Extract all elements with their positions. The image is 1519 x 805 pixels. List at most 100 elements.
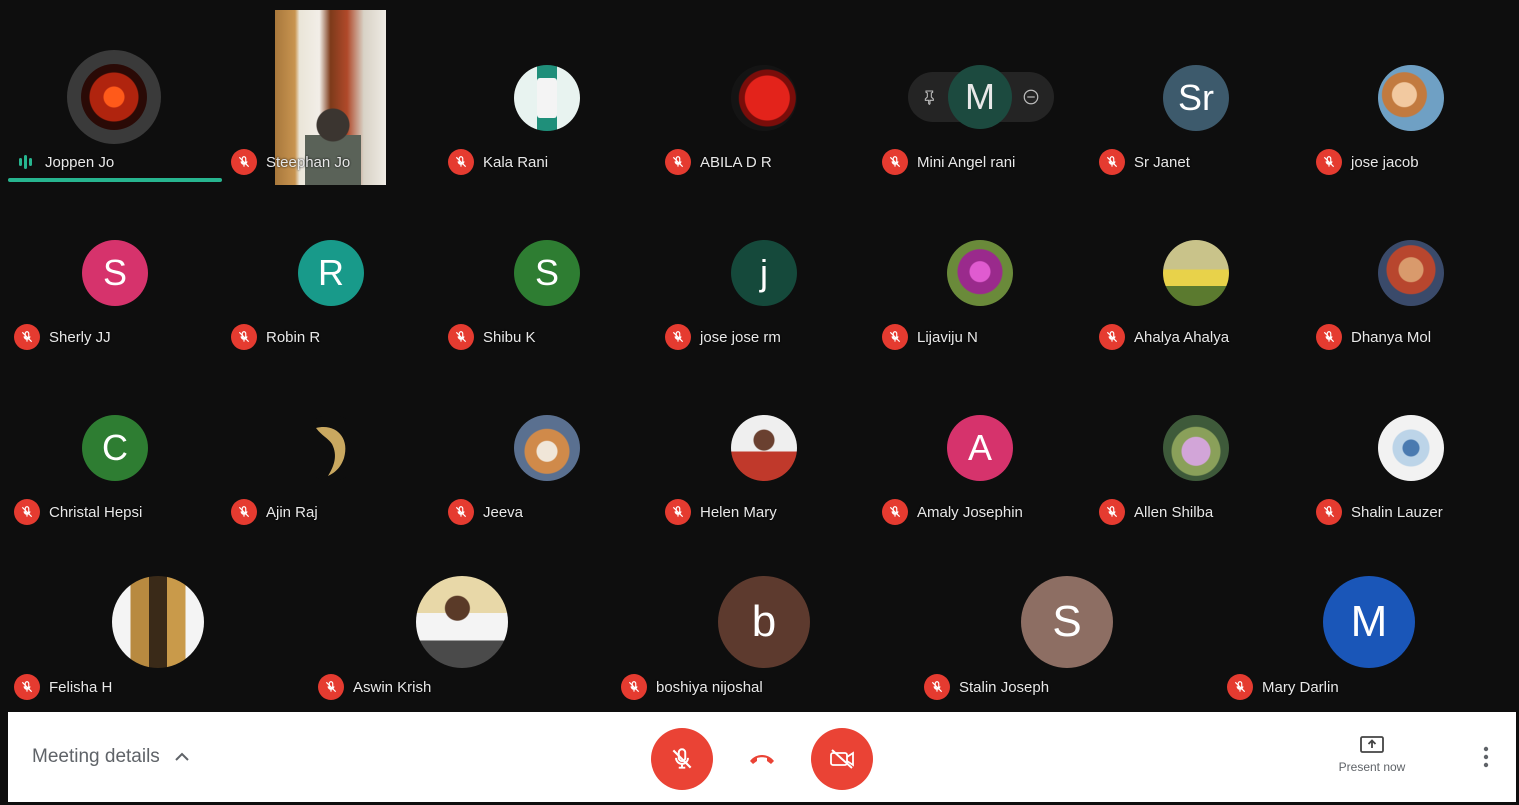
- participant-tile-joppen-jo[interactable]: Joppen Jo: [0, 0, 222, 190]
- participant-name: jose jose rm: [700, 328, 781, 346]
- participant-tile-felisha-h[interactable]: Felisha H: [0, 540, 302, 712]
- avatar-photo: [731, 415, 797, 481]
- avatar-initial: A: [947, 415, 1013, 481]
- participant-tile-helen-mary[interactable]: Helen Mary: [651, 365, 867, 540]
- mic-off-icon: [1227, 674, 1253, 700]
- participant-tile-stalin-joseph[interactable]: S Stalin Joseph: [910, 540, 1212, 712]
- mic-off-icon: [665, 324, 691, 350]
- meeting-details-button[interactable]: Meeting details: [32, 746, 190, 768]
- participant-name: Shalin Lauzer: [1351, 503, 1443, 521]
- mic-off-icon: [231, 149, 257, 175]
- mic-off-icon: [882, 324, 908, 350]
- participant-tile-christal-hepsi[interactable]: C Christal Hepsi: [0, 365, 216, 540]
- participant-name: Mini Angel rani: [917, 153, 1016, 171]
- participant-name: Robin R: [266, 328, 321, 346]
- mic-off-icon: [1316, 149, 1342, 175]
- avatar-photo: [416, 576, 508, 668]
- participant-grid: Joppen Jo Steephan Jo Kala Rani ABILA D …: [0, 0, 1519, 712]
- present-now-label: Present now: [1338, 760, 1406, 774]
- participant-tile-jeeva[interactable]: Jeeva: [434, 365, 650, 540]
- more-options-button[interactable]: [1476, 742, 1496, 772]
- participant-name: Allen Shilba: [1134, 503, 1214, 521]
- participant-tile-amaly-josephin[interactable]: A Amaly Josephin: [868, 365, 1084, 540]
- participant-name: Felisha H: [49, 678, 113, 696]
- avatar-photo: [1163, 415, 1229, 481]
- participant-tile-kala-rani[interactable]: Kala Rani: [434, 0, 650, 190]
- mic-off-icon: [14, 324, 40, 350]
- participant-tile-dhanya-mol[interactable]: Dhanya Mol: [1302, 190, 1519, 365]
- mic-off-icon: [1099, 324, 1125, 350]
- participant-tile-lijaviju-n[interactable]: Lijaviju N: [868, 190, 1084, 365]
- avatar-initial: Sr: [1163, 65, 1229, 131]
- participant-name: Ahalya Ahalya: [1134, 328, 1230, 346]
- participant-name: Sherly JJ: [49, 328, 111, 346]
- camera-off-icon: [828, 747, 856, 771]
- mic-off-icon: [448, 149, 474, 175]
- participant-tile-sherly-jj[interactable]: S Sherly JJ: [0, 190, 216, 365]
- avatar-photo: [1163, 240, 1229, 306]
- participant-name: Stalin Joseph: [959, 678, 1050, 696]
- avatar-initial: C: [82, 415, 148, 481]
- participant-tile-boshiya-nijoshal[interactable]: b boshiya nijoshal: [607, 540, 909, 712]
- mic-off-icon: [882, 149, 908, 175]
- phone-hangup-icon: [748, 751, 776, 767]
- mic-off-icon: [669, 746, 695, 772]
- avatar-photo: [112, 576, 204, 668]
- avatar-initial: S: [514, 240, 580, 306]
- remove-icon[interactable]: [1022, 88, 1040, 106]
- mic-off-icon: [1099, 149, 1125, 175]
- meeting-details-label: Meeting details: [32, 746, 160, 767]
- call-controls-bar: Meeting details Present now: [8, 712, 1516, 802]
- mic-off-icon: [14, 499, 40, 525]
- microphone-toggle-button[interactable]: [651, 728, 713, 790]
- pin-icon[interactable]: [922, 88, 938, 106]
- participant-tile-aswin-krish[interactable]: Aswin Krish: [304, 540, 606, 712]
- avatar-photo: [514, 65, 580, 131]
- participant-tile-jose-jacob[interactable]: jose jacob: [1302, 0, 1519, 190]
- avatar-initial: j: [731, 240, 797, 306]
- leave-call-button[interactable]: [742, 742, 782, 776]
- participant-name: Helen Mary: [700, 503, 777, 521]
- mic-off-icon: [1316, 499, 1342, 525]
- participant-name: Joppen Jo: [45, 153, 115, 171]
- participant-tile-allen-shilba[interactable]: Allen Shilba: [1085, 365, 1301, 540]
- participant-tile-sr-janet[interactable]: Sr Sr Janet: [1085, 0, 1301, 190]
- participant-tile-ajin-raj[interactable]: Ajin Raj: [217, 365, 433, 540]
- mic-off-icon: [231, 324, 257, 350]
- mic-off-icon: [882, 499, 908, 525]
- speaking-icon: [14, 155, 36, 169]
- participant-name: Mary Darlin: [1262, 678, 1339, 696]
- participant-tile-ahalya-ahalya[interactable]: Ahalya Ahalya: [1085, 190, 1301, 365]
- avatar-photo: [514, 415, 580, 481]
- participant-tile-mini-angel-rani[interactable]: M Mini Angel rani: [868, 0, 1084, 190]
- avatar-initial: M: [1323, 576, 1415, 668]
- participant-tile-steephan-jo[interactable]: Steephan Jo: [217, 0, 433, 190]
- present-screen-icon: [1358, 734, 1386, 756]
- mic-off-icon: [318, 674, 344, 700]
- participant-name: Kala Rani: [483, 153, 549, 171]
- mic-off-icon: [621, 674, 647, 700]
- participant-name: boshiya nijoshal: [656, 678, 763, 696]
- speaking-indicator-bar: [8, 178, 222, 182]
- mic-off-icon: [231, 499, 257, 525]
- avatar-initial: S: [1021, 576, 1113, 668]
- participant-name: Aswin Krish: [353, 678, 432, 696]
- participant-name: jose jacob: [1351, 153, 1419, 171]
- participant-name: ABILA D R: [700, 153, 772, 171]
- more-vert-icon: [1483, 746, 1489, 768]
- avatar-photo: [947, 240, 1013, 306]
- participant-name: Shibu K: [483, 328, 536, 346]
- participant-tile-mary-darlin[interactable]: M Mary Darlin: [1213, 540, 1519, 712]
- participant-tile-shalin-lauzer[interactable]: Shalin Lauzer: [1302, 365, 1519, 540]
- participant-tile-abila-d-r[interactable]: ABILA D R: [651, 0, 867, 190]
- participant-tile-shibu-k[interactable]: S Shibu K: [434, 190, 650, 365]
- avatar-initial: b: [718, 576, 810, 668]
- participant-name: Christal Hepsi: [49, 503, 143, 521]
- participant-tile-jose-jose-rm[interactable]: j jose jose rm: [651, 190, 867, 365]
- avatar-photo: [1378, 65, 1444, 131]
- avatar-photo: [1378, 240, 1444, 306]
- mic-off-icon: [1099, 499, 1125, 525]
- present-now-button[interactable]: Present now: [1326, 734, 1418, 774]
- camera-toggle-button[interactable]: [811, 728, 873, 790]
- participant-tile-robin-r[interactable]: R Robin R: [217, 190, 433, 365]
